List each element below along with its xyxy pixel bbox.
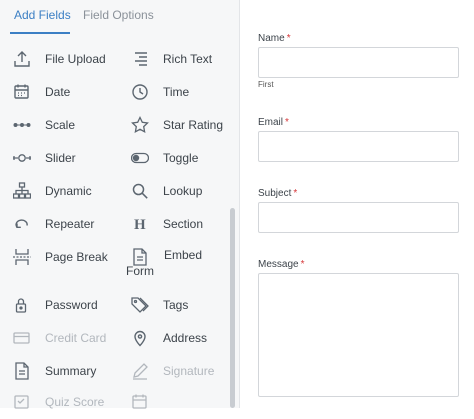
required-mark: *	[293, 188, 298, 199]
field-time[interactable]: Time	[131, 83, 241, 109]
field-label: Dynamic	[45, 184, 92, 198]
panel-tabs: Add Fields Field Options	[0, 0, 240, 34]
field-embed-form[interactable]: Embed Form	[126, 248, 241, 280]
tab-field-options[interactable]: Field Options	[83, 8, 154, 22]
search-icon	[131, 182, 149, 200]
field-label: Scale	[45, 118, 76, 132]
pen-icon	[131, 362, 149, 380]
field-label: Repeater	[45, 217, 95, 231]
subject-input[interactable]	[258, 202, 459, 233]
text-align-icon	[131, 50, 149, 68]
field-label: Time	[163, 85, 190, 99]
field-label: Tags	[163, 298, 189, 312]
field-label: Date	[45, 85, 71, 99]
field-palette-panel: Add Fields Field Options File Upload Ric…	[0, 0, 241, 409]
field-page-break[interactable]: Page Break	[13, 248, 123, 274]
field-toggle[interactable]: Toggle	[131, 149, 241, 175]
required-mark: *	[300, 259, 305, 270]
page-break-icon	[13, 248, 31, 266]
heading-icon: H	[131, 215, 149, 233]
lock-icon	[13, 296, 31, 314]
slider-icon	[13, 149, 31, 167]
quiz-icon	[13, 393, 31, 411]
tab-add-fields[interactable]: Add Fields	[14, 8, 71, 22]
file-text-icon	[13, 362, 31, 380]
star-icon	[131, 116, 149, 134]
field-file-upload[interactable]: File Upload	[13, 50, 123, 76]
name-first-sublabel: First	[258, 80, 274, 89]
field-address[interactable]: Address	[131, 329, 241, 355]
credit-card-icon	[13, 329, 31, 347]
scale-icon	[13, 116, 31, 134]
active-tab-indicator	[10, 32, 70, 34]
tags-icon	[131, 296, 149, 314]
email-input[interactable]	[258, 131, 459, 162]
field-label: Slider	[45, 151, 76, 165]
calendar-icon	[13, 83, 31, 101]
field-label: Section	[163, 217, 204, 231]
field-label: Toggle	[163, 151, 199, 165]
field-label: Address	[163, 331, 208, 345]
field-label: Lookup	[163, 184, 203, 198]
sitemap-icon	[13, 182, 31, 200]
field-label: Rich Text	[163, 52, 213, 66]
field-star-rating[interactable]: Star Rating	[131, 116, 241, 142]
toggle-icon	[131, 149, 149, 167]
subject-label: Subject *	[258, 188, 298, 199]
field-label: Credit Card	[45, 331, 107, 345]
field-dynamic[interactable]: Dynamic	[13, 182, 123, 208]
field-label: Page Break	[45, 250, 108, 264]
field-date[interactable]: Date	[13, 83, 123, 109]
field-calendar-partial[interactable]	[131, 393, 241, 419]
field-summary[interactable]: Summary	[13, 362, 123, 388]
field-slider[interactable]: Slider	[13, 149, 123, 175]
field-label: File Upload	[45, 52, 106, 66]
field-label: Star Rating	[163, 118, 224, 132]
field-section[interactable]: H Section	[131, 215, 241, 241]
field-credit-card[interactable]: Credit Card	[13, 329, 123, 355]
field-label: Summary	[45, 364, 97, 378]
email-label: Email *	[258, 117, 289, 128]
field-repeater[interactable]: Repeater	[13, 215, 123, 241]
required-mark: *	[286, 33, 291, 44]
message-textarea[interactable]	[258, 273, 459, 397]
field-password[interactable]: Password	[13, 296, 123, 322]
message-label: Message *	[258, 259, 305, 270]
upload-icon	[13, 50, 31, 68]
field-label: Password	[45, 298, 98, 312]
repeat-icon	[13, 215, 31, 233]
field-label: Embed Form	[126, 248, 203, 278]
field-label: Quiz Score	[45, 395, 105, 409]
svg-text:H: H	[134, 217, 146, 233]
panel-scrollbar[interactable]	[230, 208, 235, 408]
map-pin-icon	[131, 329, 149, 347]
field-signature[interactable]: Signature	[131, 362, 241, 388]
calendar-icon	[131, 393, 149, 411]
clock-icon	[131, 83, 149, 101]
required-mark: *	[285, 117, 289, 128]
field-tags[interactable]: Tags	[131, 296, 241, 322]
field-quiz-score[interactable]: Quiz Score	[13, 393, 123, 419]
name-first-input[interactable]	[258, 47, 459, 78]
field-label: Signature	[163, 364, 215, 378]
field-lookup[interactable]: Lookup	[131, 182, 241, 208]
field-rich-text[interactable]: Rich Text	[131, 50, 241, 76]
name-label: Name *	[258, 33, 291, 44]
field-scale[interactable]: Scale	[13, 116, 123, 142]
